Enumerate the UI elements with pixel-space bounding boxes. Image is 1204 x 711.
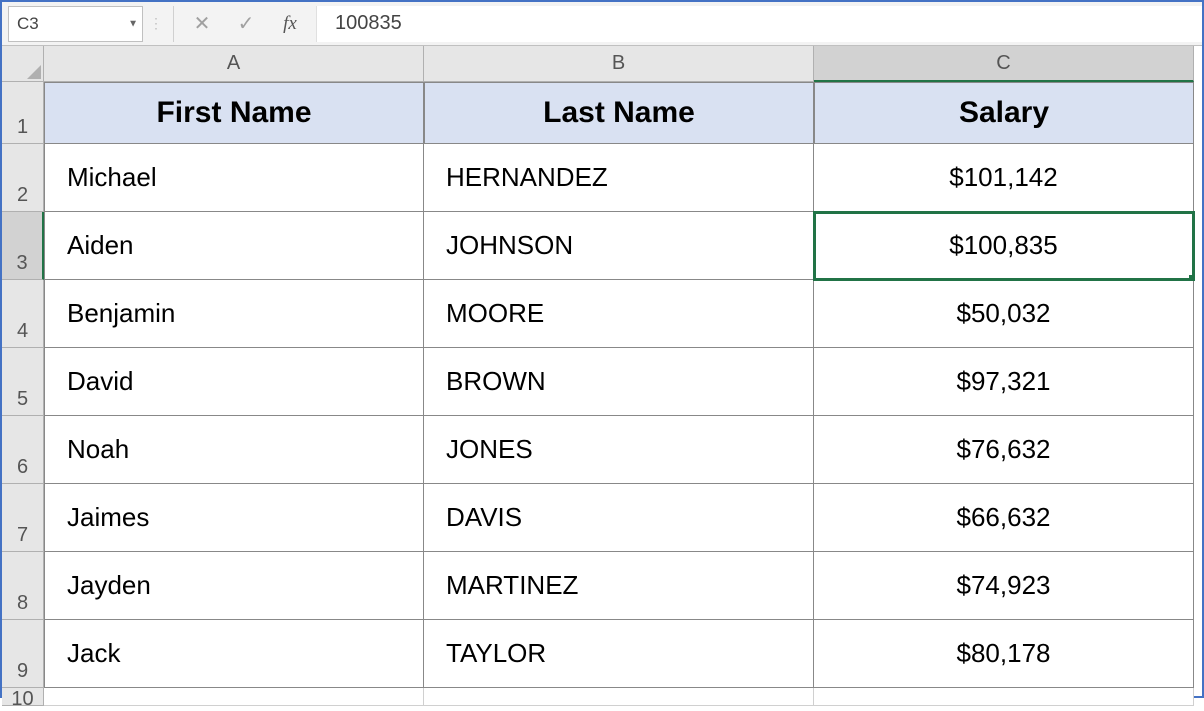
divider (173, 6, 174, 42)
cell-first-name[interactable]: Aiden (44, 212, 424, 280)
cell-last-name[interactable]: BROWN (424, 348, 814, 416)
select-all-triangle-icon (27, 65, 41, 79)
insert-function-button[interactable]: fx (268, 6, 312, 42)
table-row: Aiden JOHNSON $100,835 (44, 212, 1194, 280)
formula-input[interactable]: 100835 (316, 6, 1202, 42)
cells-area: First Name Last Name Salary Michael HERN… (44, 82, 1194, 706)
table-row: Michael HERNANDEZ $101,142 (44, 144, 1194, 212)
column-headers: A B C (44, 46, 1194, 82)
table-row: Jayden MARTINEZ $74,923 (44, 552, 1194, 620)
cell-salary[interactable]: $50,032 (814, 280, 1194, 348)
enter-button[interactable]: ✓ (224, 6, 268, 42)
cell-last-name[interactable]: JONES (424, 416, 814, 484)
name-box-value: C3 (17, 14, 39, 34)
cell-salary[interactable]: $66,632 (814, 484, 1194, 552)
cell-last-name[interactable]: DAVIS (424, 484, 814, 552)
cell-first-name[interactable]: Michael (44, 144, 424, 212)
col-header-B[interactable]: B (424, 46, 814, 82)
cell-salary-selected[interactable]: $100,835 (814, 212, 1194, 280)
cell-salary[interactable]: $80,178 (814, 620, 1194, 688)
cell-empty[interactable] (424, 688, 814, 706)
cell-empty[interactable] (44, 688, 424, 706)
cell-salary[interactable]: $97,321 (814, 348, 1194, 416)
cell-last-name[interactable]: TAYLOR (424, 620, 814, 688)
cell-salary[interactable]: $74,923 (814, 552, 1194, 620)
drag-handle-icon: ⋮ (143, 15, 167, 32)
row-header-7[interactable]: 7 (2, 484, 44, 552)
row-header-5[interactable]: 5 (2, 348, 44, 416)
check-icon: ✓ (238, 11, 255, 36)
row-header-6[interactable]: 6 (2, 416, 44, 484)
row-header-2[interactable]: 2 (2, 144, 44, 212)
table-row: Jack TAYLOR $80,178 (44, 620, 1194, 688)
header-salary[interactable]: Salary (814, 82, 1194, 144)
cancel-button[interactable]: ✕ (180, 6, 224, 42)
fx-icon: fx (283, 13, 297, 35)
cell-last-name[interactable]: JOHNSON (424, 212, 814, 280)
row-header-1[interactable]: 1 (2, 82, 44, 144)
cell-salary[interactable]: $101,142 (814, 144, 1194, 212)
fill-handle[interactable] (1189, 275, 1194, 280)
name-box-dropdown-icon[interactable]: ▼ (128, 18, 138, 29)
x-icon: ✕ (194, 11, 211, 36)
cell-first-name[interactable]: Noah (44, 416, 424, 484)
col-header-C[interactable]: C (814, 46, 1194, 82)
cell-salary[interactable]: $76,632 (814, 416, 1194, 484)
table-row: Benjamin MOORE $50,032 (44, 280, 1194, 348)
table-header-row: First Name Last Name Salary (44, 82, 1194, 144)
row-headers: 1 2 3 4 5 6 7 8 9 10 (2, 82, 44, 706)
cell-first-name[interactable]: Jaimes (44, 484, 424, 552)
cell-first-name[interactable]: Jayden (44, 552, 424, 620)
row-header-3[interactable]: 3 (2, 212, 44, 280)
formula-value: 100835 (335, 12, 402, 35)
row-header-4[interactable]: 4 (2, 280, 44, 348)
cell-first-name[interactable]: David (44, 348, 424, 416)
cell-first-name[interactable]: Jack (44, 620, 424, 688)
header-first-name[interactable]: First Name (44, 82, 424, 144)
row-header-8[interactable]: 8 (2, 552, 44, 620)
cell-last-name[interactable]: MARTINEZ (424, 552, 814, 620)
col-header-A[interactable]: A (44, 46, 424, 82)
row-header-9[interactable]: 9 (2, 620, 44, 688)
header-last-name[interactable]: Last Name (424, 82, 814, 144)
table-row: David BROWN $97,321 (44, 348, 1194, 416)
cell-first-name[interactable]: Benjamin (44, 280, 424, 348)
cell-empty[interactable] (814, 688, 1194, 706)
cell-last-name[interactable]: MOORE (424, 280, 814, 348)
select-all-corner[interactable] (2, 46, 44, 82)
cell-last-name[interactable]: HERNANDEZ (424, 144, 814, 212)
table-row-partial (44, 688, 1194, 706)
table-row: Jaimes DAVIS $66,632 (44, 484, 1194, 552)
cell-value: $100,835 (949, 230, 1057, 261)
table-row: Noah JONES $76,632 (44, 416, 1194, 484)
row-header-10[interactable]: 10 (2, 688, 44, 706)
name-box[interactable]: C3 ▼ (8, 6, 143, 42)
formula-bar: C3 ▼ ⋮ ✕ ✓ fx 100835 (2, 2, 1202, 46)
